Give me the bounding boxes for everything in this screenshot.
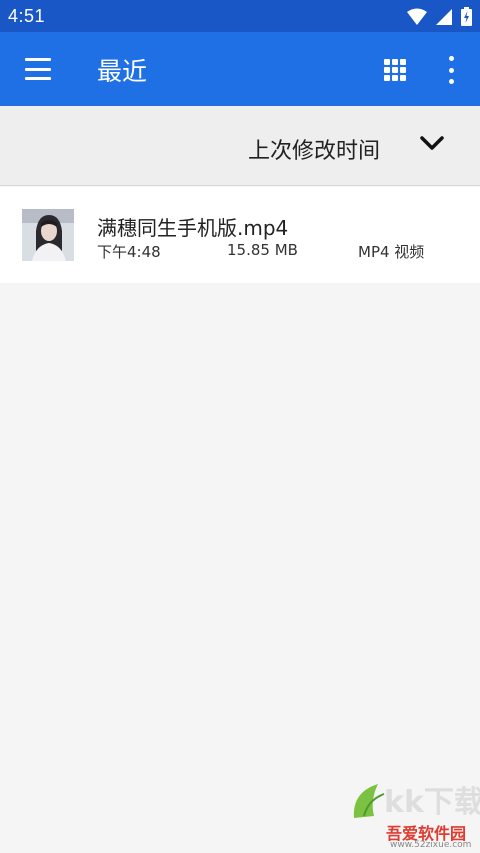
sort-bar[interactable]: 上次修改时间 xyxy=(0,106,480,186)
app-bar: 最近 xyxy=(0,32,480,106)
file-list-item[interactable]: 满穗同生手机版.mp4 下午4:48 15.85 MB MP4 视频 xyxy=(0,187,480,283)
status-time: 4:51 xyxy=(8,6,46,26)
watermark-logo: kk下载 xyxy=(353,784,480,820)
page-title: 最近 xyxy=(97,57,148,86)
file-size: 15.85 MB xyxy=(227,241,298,259)
status-icons xyxy=(407,7,472,26)
wifi-icon xyxy=(407,8,427,25)
watermark: kk下载 吾爱软件园 www.52zixue.com xyxy=(350,762,480,853)
menu-icon xyxy=(25,58,51,61)
menu-button[interactable] xyxy=(24,56,52,82)
thumbnail-image-icon xyxy=(22,209,74,261)
more-options-button[interactable] xyxy=(443,56,459,84)
more-vert-icon xyxy=(448,56,454,61)
battery-charging-icon xyxy=(461,7,472,26)
video-thumbnail xyxy=(22,209,74,261)
sort-label: 上次修改时间 xyxy=(247,139,380,164)
file-name: 满穗同生手机版.mp4 xyxy=(97,216,289,240)
file-type: MP4 视频 xyxy=(358,243,425,261)
grid-view-button[interactable] xyxy=(384,59,408,81)
watermark-url: www.52zixue.com xyxy=(390,840,472,850)
svg-text:kk下载: kk下载 xyxy=(384,785,480,820)
cellular-signal-icon xyxy=(436,8,452,25)
chevron-down-icon[interactable] xyxy=(419,135,445,153)
grid-icon xyxy=(384,59,390,65)
file-modified-time: 下午4:48 xyxy=(97,243,161,261)
status-bar: 4:51 xyxy=(0,0,480,32)
